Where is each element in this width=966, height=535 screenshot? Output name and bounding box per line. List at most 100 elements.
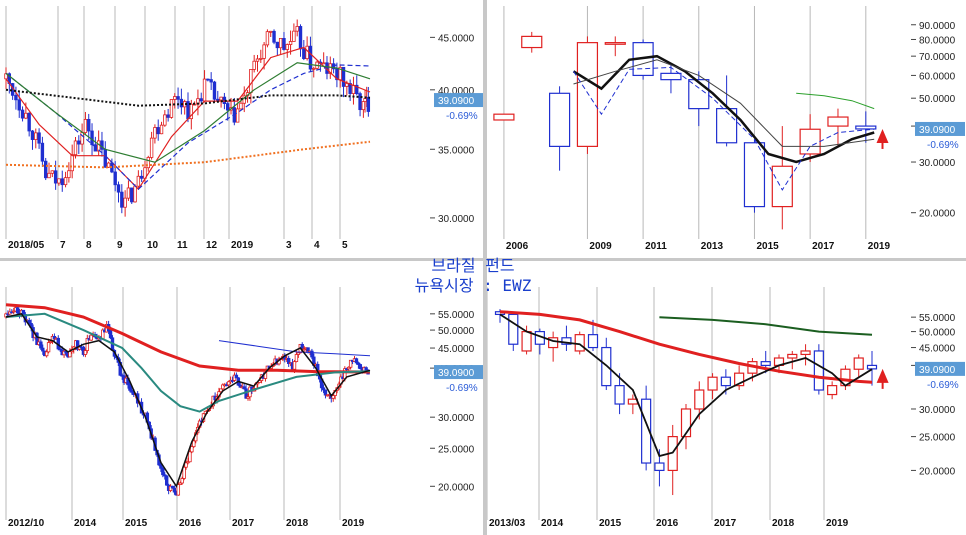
candle-body xyxy=(226,103,230,111)
moving-average-line xyxy=(659,316,873,336)
candle-body xyxy=(108,330,113,339)
candle-body xyxy=(46,342,51,353)
ytick-label: 45.0000 xyxy=(438,344,475,355)
candle-body xyxy=(83,350,88,355)
last-price-label: 39.0900 xyxy=(438,96,475,107)
panel-daily[interactable]: 45.0000 40.0000 35.0000 30.0000 2018/05 7 8 9 10… xyxy=(0,0,483,258)
candle-body xyxy=(24,112,28,119)
candle-body xyxy=(576,42,599,147)
candle-body xyxy=(192,440,196,448)
panel-monthly[interactable]: 55.000050.000045.000040.000030.000025.00… xyxy=(487,261,966,535)
candle-body xyxy=(169,99,174,118)
candle-body xyxy=(90,130,94,146)
xtick-label: 2018 xyxy=(286,518,309,529)
candle-body xyxy=(310,350,314,358)
candle-body xyxy=(345,83,349,87)
xtick-label: 10 xyxy=(147,240,159,251)
candle-body xyxy=(130,187,134,203)
xtick-label: 2015 xyxy=(756,241,779,252)
xtick-label: 2018/05 xyxy=(8,240,45,251)
candle-body xyxy=(587,334,599,349)
candle-body xyxy=(15,307,20,314)
xtick-label: 2019 xyxy=(868,241,891,252)
candle-body xyxy=(574,334,585,352)
candle-body xyxy=(199,98,203,102)
candle-body xyxy=(787,353,798,359)
ytick-label: 45.0000 xyxy=(919,344,956,355)
candle-body xyxy=(176,484,181,496)
moving-average-line xyxy=(5,64,371,191)
candle-body xyxy=(20,109,25,119)
last-price-label: 39.0900 xyxy=(438,368,475,379)
candle-body xyxy=(139,175,144,179)
candle-body xyxy=(17,99,21,111)
candle-body xyxy=(660,72,682,81)
chart-svg: 90.000080.000070.000060.000050.000040.00… xyxy=(493,6,965,252)
candle-body xyxy=(44,351,49,357)
up-arrow-icon xyxy=(876,128,889,143)
ytick-label: 25.0000 xyxy=(438,444,475,455)
candle-body xyxy=(548,92,571,147)
candle-body xyxy=(70,154,74,172)
xtick-label: 8 xyxy=(86,240,92,251)
candle-body xyxy=(720,376,731,387)
candle-body xyxy=(288,41,293,45)
ytick-label: 20.0000 xyxy=(438,482,475,493)
ytick-label: 55.0000 xyxy=(919,313,956,324)
candle-body xyxy=(159,464,163,469)
change-label: -0.69% xyxy=(927,140,959,151)
ytick-label: 20.0000 xyxy=(919,209,956,220)
candle-body xyxy=(163,114,167,126)
ytick-label: 45.0000 xyxy=(438,33,475,44)
xtick-label: 2017 xyxy=(812,241,835,252)
chart-title-line1: 브라질 펀드 xyxy=(431,256,515,275)
candle-body xyxy=(358,93,362,111)
candle-body xyxy=(77,140,81,145)
candle-body xyxy=(136,175,141,187)
last-price-label: 39.0900 xyxy=(919,125,956,136)
candle-body xyxy=(202,78,207,102)
candle-body xyxy=(113,171,117,186)
moving-average-line xyxy=(796,92,875,110)
candle-body xyxy=(354,358,359,364)
candle-body xyxy=(212,81,217,100)
candle-body xyxy=(252,60,256,70)
candle-body xyxy=(743,142,766,208)
candle-body xyxy=(694,389,705,410)
candle-body xyxy=(188,451,192,463)
panel-yearly[interactable]: 90.000080.000070.000060.000050.000040.00… xyxy=(487,0,966,258)
xtick-label: 2015 xyxy=(599,518,622,529)
xtick-label: 2016 xyxy=(656,518,679,529)
candle-body xyxy=(272,30,276,43)
candle-body xyxy=(53,170,58,184)
candle-body xyxy=(521,330,532,352)
chart-title-line2: 뉴욕시장 : EWZ xyxy=(414,276,532,295)
candle-body xyxy=(265,31,270,46)
candle-body xyxy=(294,354,299,363)
xtick-label: 2018 xyxy=(772,518,795,529)
candle-body xyxy=(351,84,356,94)
candle-body xyxy=(149,137,154,158)
candle-body xyxy=(707,376,718,391)
xtick-label: 2017 xyxy=(232,518,255,529)
candle-body xyxy=(292,30,296,42)
chart-title: 브라질 펀드 뉴욕시장 : EWZ xyxy=(373,256,573,296)
candle-body xyxy=(57,178,61,184)
ytick-label: 90.0000 xyxy=(919,21,956,32)
candle-body xyxy=(153,127,157,139)
xtick-label: 2013/03 xyxy=(489,518,526,529)
candle-body xyxy=(292,361,297,370)
xtick-label: 4 xyxy=(314,240,320,251)
panel-weekly[interactable]: 55.000050.000045.000040.000030.000025.00… xyxy=(0,261,483,535)
ytick-label: 30.0000 xyxy=(919,158,956,169)
candle-body xyxy=(604,42,626,45)
chart-svg: 55.000050.000045.000040.000030.000025.00… xyxy=(4,287,483,529)
candle-body xyxy=(156,127,160,135)
xtick-label: 2012/10 xyxy=(8,518,45,529)
ytick-label: 35.0000 xyxy=(438,145,475,156)
ytick-label: 20.0000 xyxy=(919,466,956,477)
xtick-label: 2014 xyxy=(541,518,564,529)
chart-svg: 45.000040.000035.000030.00002018/05 7 8 9 10… xyxy=(4,6,483,251)
candle-body xyxy=(226,381,231,386)
candle-body xyxy=(44,160,48,179)
